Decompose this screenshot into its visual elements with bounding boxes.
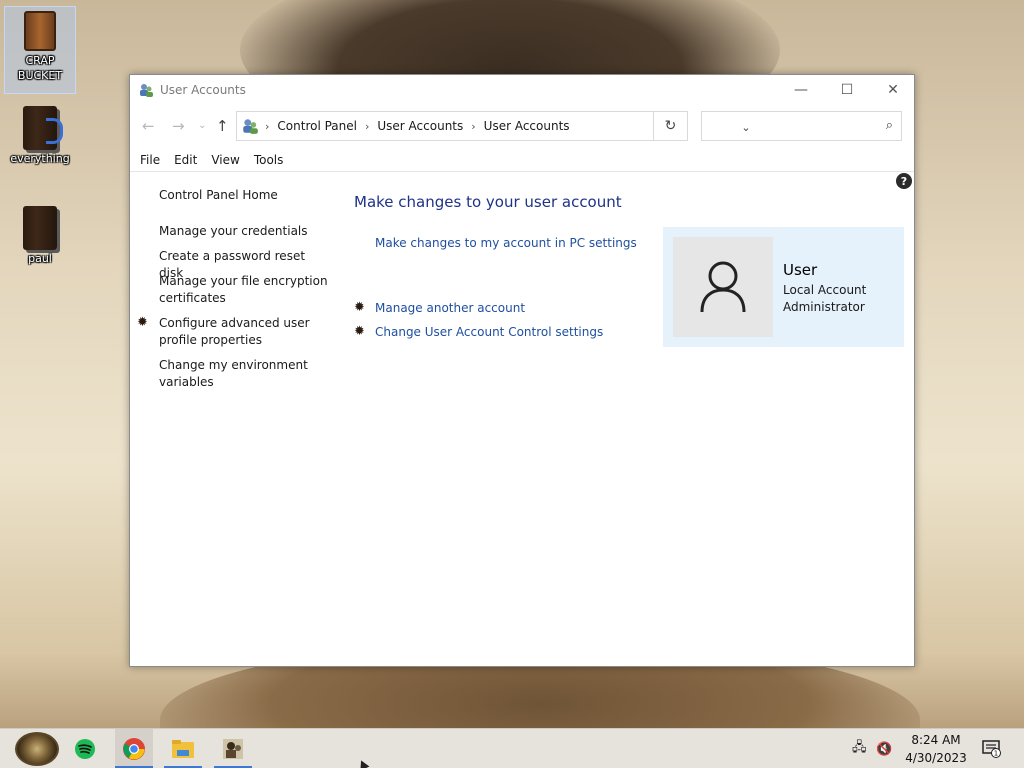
close-button[interactable]: ✕	[870, 75, 916, 105]
account-type: Local Account	[783, 283, 867, 297]
start-orb-icon	[15, 732, 59, 766]
recent-locations-chevron-icon[interactable]: ⌄	[198, 120, 206, 131]
start-button[interactable]	[12, 729, 62, 768]
book-headphones-icon	[23, 106, 63, 150]
pc-settings-link[interactable]: Make changes to my account in PC setting…	[375, 236, 637, 250]
menu-bar: File Edit View Tools	[140, 153, 297, 173]
refresh-button[interactable]: ↻	[654, 111, 688, 141]
bucket-icon	[24, 11, 56, 51]
notification-icon: 1	[982, 740, 1001, 758]
menu-view[interactable]: View	[211, 153, 239, 173]
spotify-icon	[75, 739, 95, 759]
minimize-button[interactable]: —	[778, 75, 824, 105]
notification-count: 1	[994, 750, 998, 758]
search-icon[interactable]: ⌕	[886, 118, 893, 133]
maximize-icon: ☐	[840, 82, 854, 98]
avatar	[673, 237, 773, 337]
account-name: User	[783, 261, 818, 279]
book-icon	[23, 206, 57, 250]
taskbar-app-spotify[interactable]	[66, 729, 104, 768]
breadcrumb-control-panel[interactable]: Control Panel	[277, 119, 357, 133]
navigation-row: ← → ⌄ ↑ › Control Panel › User Accounts …	[130, 111, 914, 143]
breadcrumb-user-accounts[interactable]: User Accounts	[377, 119, 463, 133]
manage-another-account-link[interactable]: Manage another account	[375, 301, 525, 315]
user-avatar-icon	[700, 261, 746, 313]
manage-credentials-link[interactable]: Manage your credentials	[159, 223, 329, 240]
folder-icon	[172, 740, 194, 758]
control-panel-home-link[interactable]: Control Panel Home	[159, 187, 329, 204]
control-panel-users-icon	[223, 739, 243, 759]
page-title: Make changes to your user account	[354, 193, 622, 211]
desktop-icon-crap-bucket[interactable]: CRAP BUCKET	[4, 6, 76, 94]
address-bar[interactable]: › Control Panel › User Accounts › User A…	[236, 111, 751, 141]
breadcrumb-separator-icon: ›	[265, 119, 270, 133]
maximize-button[interactable]: ☐	[824, 75, 870, 105]
desktop-icon-paul[interactable]: paul	[4, 202, 76, 282]
environment-variables-link[interactable]: Change my environment variables	[159, 357, 329, 391]
account-role: Administrator	[783, 300, 865, 314]
desktop-icon-label: everything	[10, 152, 70, 165]
breadcrumb-separator-icon[interactable]: ›	[365, 120, 369, 133]
user-accounts-icon	[140, 84, 153, 97]
taskbar-app-file-explorer[interactable]	[164, 729, 202, 768]
refresh-icon: ↻	[664, 118, 677, 134]
search-box[interactable]: ⌕	[701, 111, 902, 141]
menu-file[interactable]: File	[140, 153, 160, 173]
admin-shield-icon: ✹	[137, 315, 148, 330]
advanced-profile-link[interactable]: Configure advanced user profile properti…	[159, 315, 329, 349]
taskbar-app-chrome[interactable]	[115, 729, 153, 768]
admin-shield-icon: ✹	[354, 300, 365, 315]
back-arrow-icon[interactable]: ←	[142, 117, 155, 135]
breadcrumb-separator-icon[interactable]: ›	[471, 120, 475, 133]
taskbar-app-user-accounts[interactable]	[214, 729, 252, 768]
clock-date: 4/30/2023	[905, 751, 967, 765]
menu-divider	[130, 171, 914, 172]
breadcrumb-user-accounts-current[interactable]: User Accounts	[484, 119, 570, 133]
up-arrow-icon[interactable]: ↑	[216, 117, 229, 135]
close-icon: ✕	[887, 82, 899, 98]
network-icon[interactable]: 🖧	[852, 729, 867, 768]
admin-shield-icon: ✹	[354, 324, 365, 339]
minimize-icon: —	[794, 82, 808, 98]
control-panel-users-icon	[243, 119, 258, 134]
menu-tools[interactable]: Tools	[254, 153, 284, 173]
account-card: User Local Account Administrator	[663, 227, 904, 347]
volume-muted-icon[interactable]: 🔇	[876, 729, 892, 768]
uac-settings-link[interactable]: Change User Account Control settings	[375, 325, 603, 339]
chrome-icon	[123, 738, 145, 760]
action-center-button[interactable]: 1	[982, 729, 1002, 768]
clock-time: 8:24 AM	[911, 733, 961, 747]
desktop-icon-label: CRAP BUCKET	[17, 54, 63, 82]
user-accounts-window: User Accounts — ☐ ✕ ← → ⌄ ↑ › Control Pa…	[129, 74, 915, 667]
search-input[interactable]	[702, 112, 872, 140]
help-icon[interactable]: ?	[896, 173, 912, 189]
taskbar-clock[interactable]: 8:24 AM 4/30/2023	[898, 731, 974, 767]
window-title: User Accounts	[160, 83, 246, 97]
menu-edit[interactable]: Edit	[174, 153, 197, 173]
desktop-icon-label: paul	[28, 252, 52, 265]
file-encryption-link[interactable]: Manage your file encryption certificates	[159, 273, 329, 307]
taskbar: 🖧 🔇 8:24 AM 4/30/2023 1	[0, 728, 1024, 768]
desktop-icon-everything[interactable]: everything	[4, 102, 76, 182]
forward-arrow-icon[interactable]: →	[172, 117, 185, 135]
title-bar[interactable]: User Accounts — ☐ ✕	[130, 75, 914, 106]
